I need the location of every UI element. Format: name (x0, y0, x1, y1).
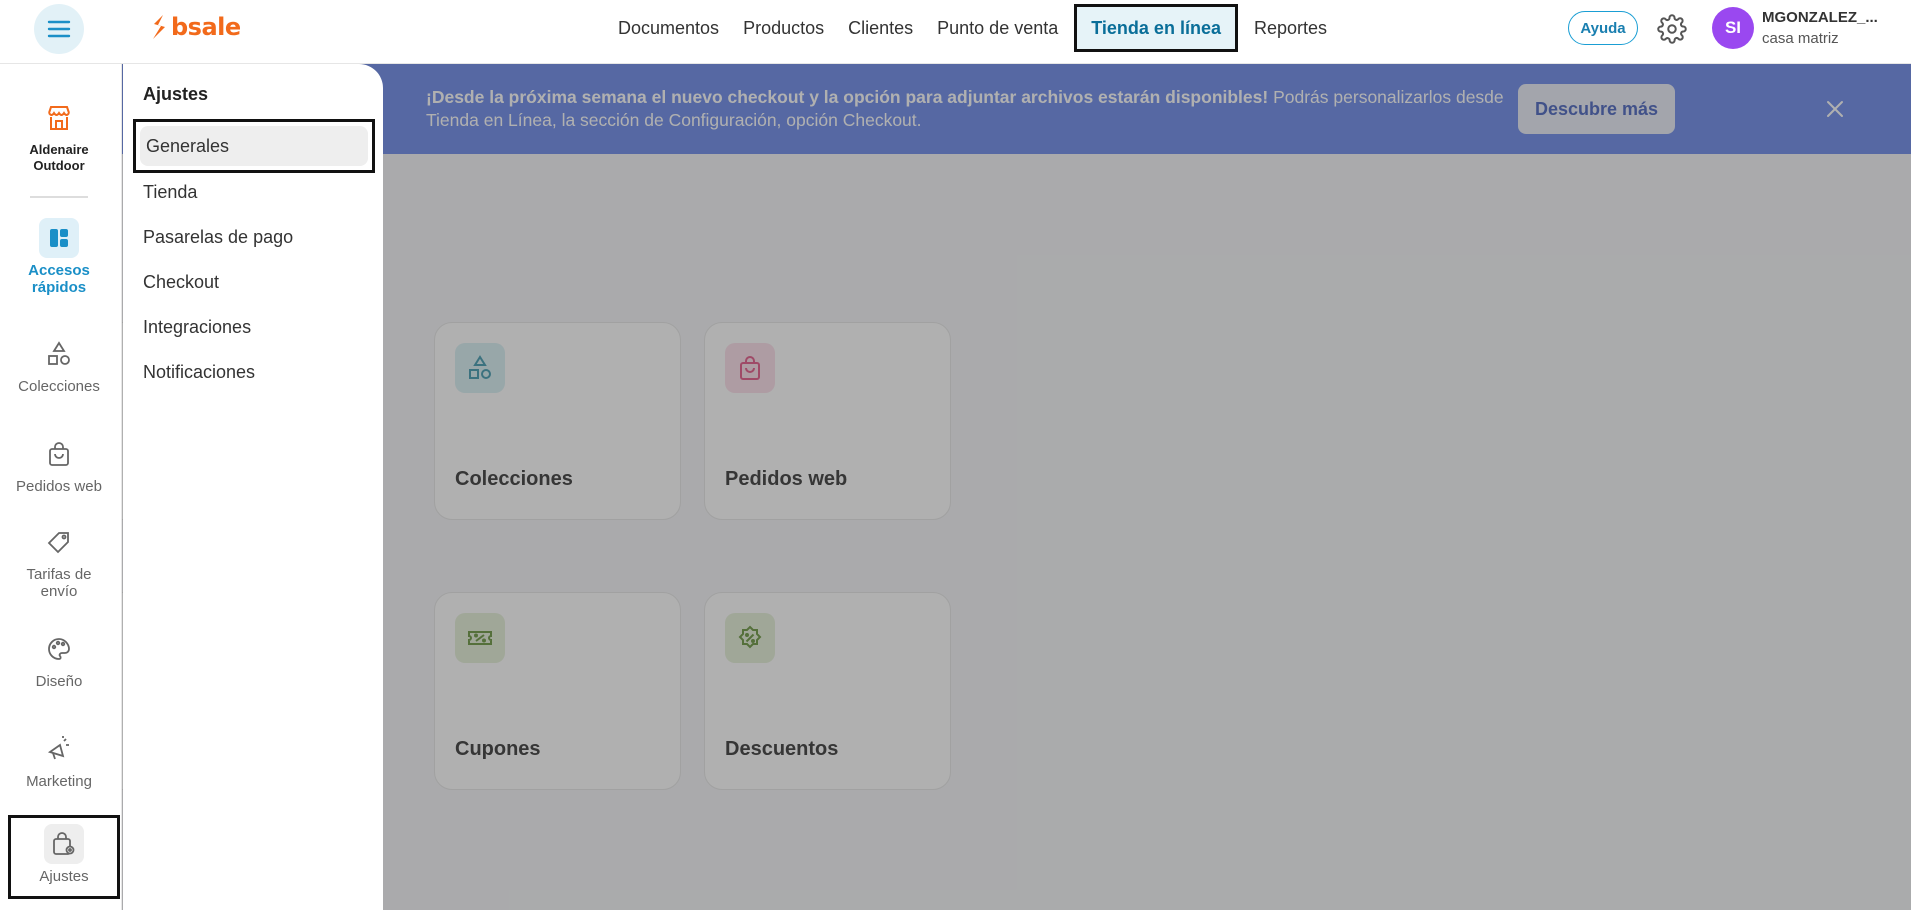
menu-icon (47, 20, 71, 38)
nav-documentos[interactable]: Documentos (606, 4, 731, 52)
nav-tienda-en-linea[interactable]: Tienda en línea (1074, 4, 1238, 52)
user-avatar[interactable]: SI (1712, 7, 1754, 49)
shapes-icon (39, 334, 79, 374)
settings-item-checkout[interactable]: Checkout (143, 272, 219, 293)
settings-item-pasarelas-de-pago[interactable]: Pasarelas de pago (143, 227, 293, 248)
rail-divider (30, 196, 88, 198)
store-settings-icon (44, 824, 84, 864)
settings-item-label: Generales (146, 135, 230, 156)
tag-icon (39, 522, 79, 562)
left-rail: Aldenaire Outdoor Accesos rápidos Colecc… (0, 64, 122, 910)
user-name[interactable]: MGONZALEZ_... (1762, 9, 1892, 26)
store-selector[interactable]: Aldenaire Outdoor (0, 98, 118, 174)
modal-overlay[interactable] (122, 64, 1911, 910)
settings-item-generales[interactable]: Generales (133, 119, 375, 173)
nav-reportes[interactable]: Reportes (1242, 4, 1339, 52)
logo-text: bsale (171, 13, 241, 41)
rail-label: Pedidos web (16, 478, 102, 495)
rail-item-accesos-rapidos[interactable]: Accesos rápidos (0, 218, 118, 296)
hamburger-menu-button[interactable] (34, 4, 84, 54)
settings-item-notificaciones[interactable]: Notificaciones (143, 362, 255, 383)
rail-item-marketing[interactable]: Marketing (0, 729, 118, 790)
rail-label: Ajustes (39, 868, 89, 885)
bsale-logo-icon (153, 15, 165, 39)
megaphone-icon (39, 729, 79, 769)
rail-label: Colecciones (18, 378, 100, 395)
settings-flyout: Ajustes Generales Tienda Pasarelas de pa… (123, 64, 383, 910)
palette-icon (39, 629, 79, 669)
user-branch: casa matriz (1762, 30, 1839, 47)
rail-label: Marketing (26, 773, 92, 790)
main-nav: Documentos Productos Clientes Punto de v… (606, 4, 1339, 52)
gear-icon (1657, 14, 1687, 44)
storefront-icon (39, 98, 79, 138)
shopping-bag-icon (39, 434, 79, 474)
rail-label: Accesos rápidos (28, 262, 90, 296)
rail-item-tarifas-de-envio[interactable]: Tarifas de envío (0, 522, 118, 600)
nav-clientes[interactable]: Clientes (836, 4, 925, 52)
help-button[interactable]: Ayuda (1568, 11, 1638, 45)
rail-item-diseno[interactable]: Diseño (0, 629, 118, 690)
bsale-logo[interactable]: bsale (150, 13, 241, 41)
store-name: Aldenaire Outdoor (29, 142, 89, 173)
settings-item-integraciones[interactable]: Integraciones (143, 317, 251, 338)
dashboard-icon (39, 218, 79, 258)
rail-label: Tarifas de envío (26, 566, 92, 600)
rail-item-pedidos-web[interactable]: Pedidos web (0, 434, 118, 495)
settings-button[interactable] (1657, 14, 1687, 44)
rail-item-ajustes[interactable]: Ajustes (8, 815, 120, 899)
nav-productos[interactable]: Productos (731, 4, 836, 52)
settings-item-tienda[interactable]: Tienda (143, 182, 197, 203)
rail-item-colecciones[interactable]: Colecciones (0, 334, 118, 395)
rail-label: Diseño (35, 673, 83, 690)
nav-punto-de-venta[interactable]: Punto de venta (925, 4, 1070, 52)
flyout-title: Ajustes (143, 84, 209, 104)
top-bar: bsale Documentos Productos Clientes Punt… (0, 0, 1911, 64)
